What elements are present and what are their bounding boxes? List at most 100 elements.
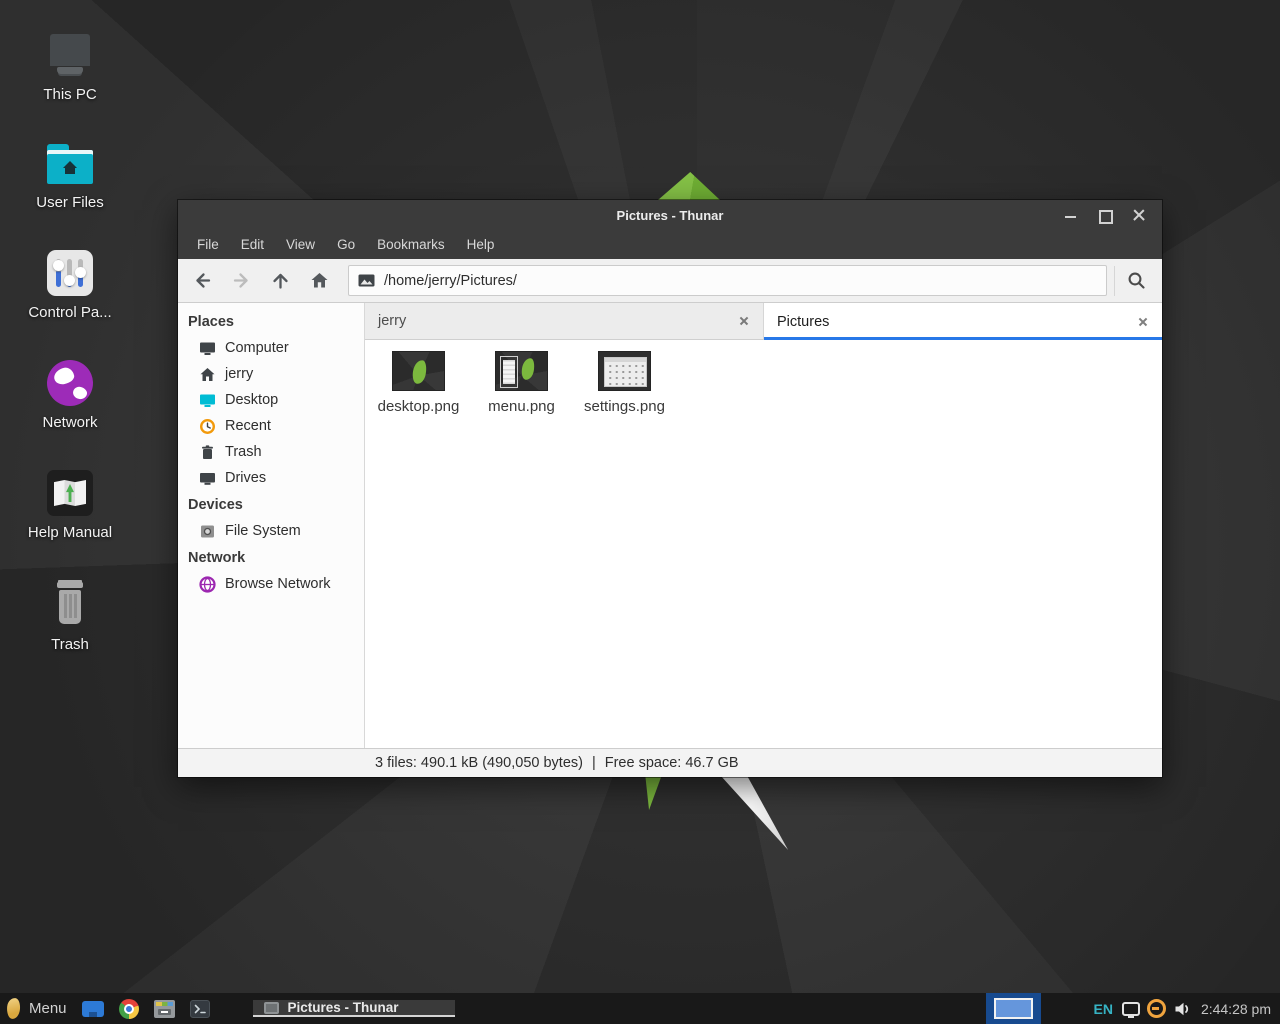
search-icon	[1126, 270, 1147, 291]
home-folder-icon	[47, 134, 93, 186]
volume-icon[interactable]	[1174, 1001, 1192, 1017]
menu-edit[interactable]: Edit	[230, 237, 275, 252]
filesystem-icon	[199, 523, 216, 540]
desktop-icon-label: Network	[42, 414, 97, 431]
globe-icon	[199, 576, 216, 593]
file-manager-launcher-icon[interactable]	[154, 1000, 175, 1018]
clock[interactable]: 2:44:28 pm	[1201, 1001, 1271, 1017]
window-main: Places Computer jerry Desktop Recent Tra…	[178, 303, 1162, 748]
sidebar-item-label: jerry	[225, 366, 253, 382]
wallpaper-white-blade	[719, 777, 791, 850]
workspace-switcher[interactable]	[986, 993, 1041, 1024]
desktop-icon-label: Control Pa...	[28, 304, 111, 321]
thunar-window: Pictures - Thunar File Edit View Go Book…	[178, 200, 1162, 777]
maximize-icon[interactable]	[1098, 208, 1112, 222]
tab-label: Pictures	[777, 314, 829, 330]
distro-logo-icon	[6, 997, 21, 1019]
sidebar-item-label: Desktop	[225, 392, 278, 408]
control-panel-icon	[47, 244, 93, 296]
file-name: settings.png	[584, 398, 665, 415]
sidebar-item-label: Recent	[225, 418, 271, 434]
wallpaper-green-logo-tip	[658, 172, 720, 200]
menu-view[interactable]: View	[275, 237, 326, 252]
sidebar-item-label: Trash	[225, 444, 262, 460]
sidebar-item-desktop[interactable]: Desktop	[178, 387, 364, 413]
status-free-space: Free space: 46.7 GB	[605, 755, 739, 771]
desktop-icon-label: User Files	[36, 194, 104, 211]
taskbar: Menu Pictures - Thunar EN 2:44:28 pm	[0, 993, 1280, 1024]
window-title: Pictures - Thunar	[178, 208, 1162, 223]
sidebar-item-file-system[interactable]: File System	[178, 518, 364, 544]
chrome-launcher-icon[interactable]	[119, 999, 139, 1019]
window-controls	[1064, 208, 1162, 222]
trash-icon	[199, 444, 216, 461]
tab-close-icon[interactable]	[738, 315, 750, 327]
update-manager-icon[interactable]	[1147, 999, 1166, 1018]
task-button-thunar[interactable]: Pictures - Thunar	[253, 1000, 455, 1017]
file-name: desktop.png	[378, 398, 460, 415]
applications-menu-button[interactable]: Menu	[7, 998, 67, 1019]
menu-go[interactable]: Go	[326, 237, 366, 252]
titlebar[interactable]: Pictures - Thunar	[178, 200, 1162, 230]
forward-button[interactable]	[222, 263, 261, 299]
home-button[interactable]	[300, 263, 339, 299]
file-item-desktop-png[interactable]: desktop.png	[367, 347, 470, 415]
path-text: /home/jerry/Pictures/	[384, 273, 517, 289]
menubar: File Edit View Go Bookmarks Help	[178, 230, 1162, 259]
notification-tray-icon[interactable]	[1122, 1002, 1140, 1016]
up-button[interactable]	[261, 263, 300, 299]
forward-arrow-icon	[231, 270, 252, 291]
keyboard-layout-indicator[interactable]: EN	[1093, 1001, 1112, 1017]
file-view[interactable]: desktop.png menu.png settings.png	[365, 340, 1162, 748]
path-bar[interactable]: /home/jerry/Pictures/	[348, 265, 1107, 296]
menu-help[interactable]: Help	[456, 237, 506, 252]
file-item-menu-png[interactable]: menu.png	[470, 347, 573, 415]
sidebar-item-drives[interactable]: Drives	[178, 465, 364, 491]
file-thumbnail	[598, 351, 651, 391]
desktop-icon-label: Help Manual	[28, 524, 112, 541]
menu-file[interactable]: File	[186, 237, 230, 252]
search-button[interactable]	[1115, 262, 1157, 300]
sidebar-item-jerry[interactable]: jerry	[178, 361, 364, 387]
sidebar-item-label: Drives	[225, 470, 266, 486]
terminal-prompt-icon	[194, 1004, 206, 1014]
content-pane: jerry Pictures desktop.png menu.png	[365, 303, 1162, 748]
tab-label: jerry	[378, 313, 406, 329]
file-item-settings-png[interactable]: settings.png	[573, 347, 676, 415]
sidebar-item-browse-network[interactable]: Browse Network	[178, 571, 364, 597]
wallpaper-green-sliver	[644, 777, 662, 810]
task-window-icon	[264, 1002, 279, 1014]
file-thumbnail	[392, 351, 445, 391]
desktop-icon-user-files[interactable]: User Files	[14, 134, 126, 211]
desktop-icon-trash[interactable]: Trash	[14, 576, 126, 653]
sidebar-item-recent[interactable]: Recent	[178, 413, 364, 439]
network-globe-icon	[47, 354, 93, 406]
close-icon[interactable]	[1132, 208, 1146, 222]
desktop-icon-this-pc[interactable]: This PC	[14, 26, 126, 103]
desktop-icon-control-panel[interactable]: Control Pa...	[14, 244, 126, 321]
sidebar-header-places: Places	[178, 308, 364, 335]
taskbar-right: EN 2:44:28 pm	[986, 993, 1280, 1024]
menu-bookmarks[interactable]: Bookmarks	[366, 237, 456, 252]
show-desktop-launcher-icon[interactable]	[82, 1001, 104, 1017]
minimize-icon[interactable]	[1064, 208, 1078, 222]
desktop-icon-help-manual[interactable]: Help Manual	[14, 464, 126, 541]
sidebar-item-trash[interactable]: Trash	[178, 439, 364, 465]
workspace-1[interactable]	[994, 998, 1033, 1019]
status-bar: 3 files: 490.1 kB (490,050 bytes) | Free…	[178, 748, 1162, 777]
tab-close-icon[interactable]	[1137, 316, 1149, 328]
recent-clock-icon	[199, 418, 216, 435]
sidebar-item-label: Computer	[225, 340, 289, 356]
status-separator: |	[592, 755, 596, 771]
status-files-summary: 3 files: 490.1 kB (490,050 bytes)	[375, 755, 583, 771]
desktop-icon	[199, 392, 216, 409]
sidebar-item-label: File System	[225, 523, 301, 539]
desktop-icon-network[interactable]: Network	[14, 354, 126, 431]
sidebar-item-computer[interactable]: Computer	[178, 335, 364, 361]
tab-bar: jerry Pictures	[365, 303, 1162, 340]
terminal-launcher-icon[interactable]	[190, 1000, 210, 1018]
back-button[interactable]	[183, 263, 222, 299]
tab-jerry[interactable]: jerry	[365, 303, 764, 340]
file-name: menu.png	[488, 398, 555, 415]
tab-pictures[interactable]: Pictures	[764, 303, 1162, 340]
